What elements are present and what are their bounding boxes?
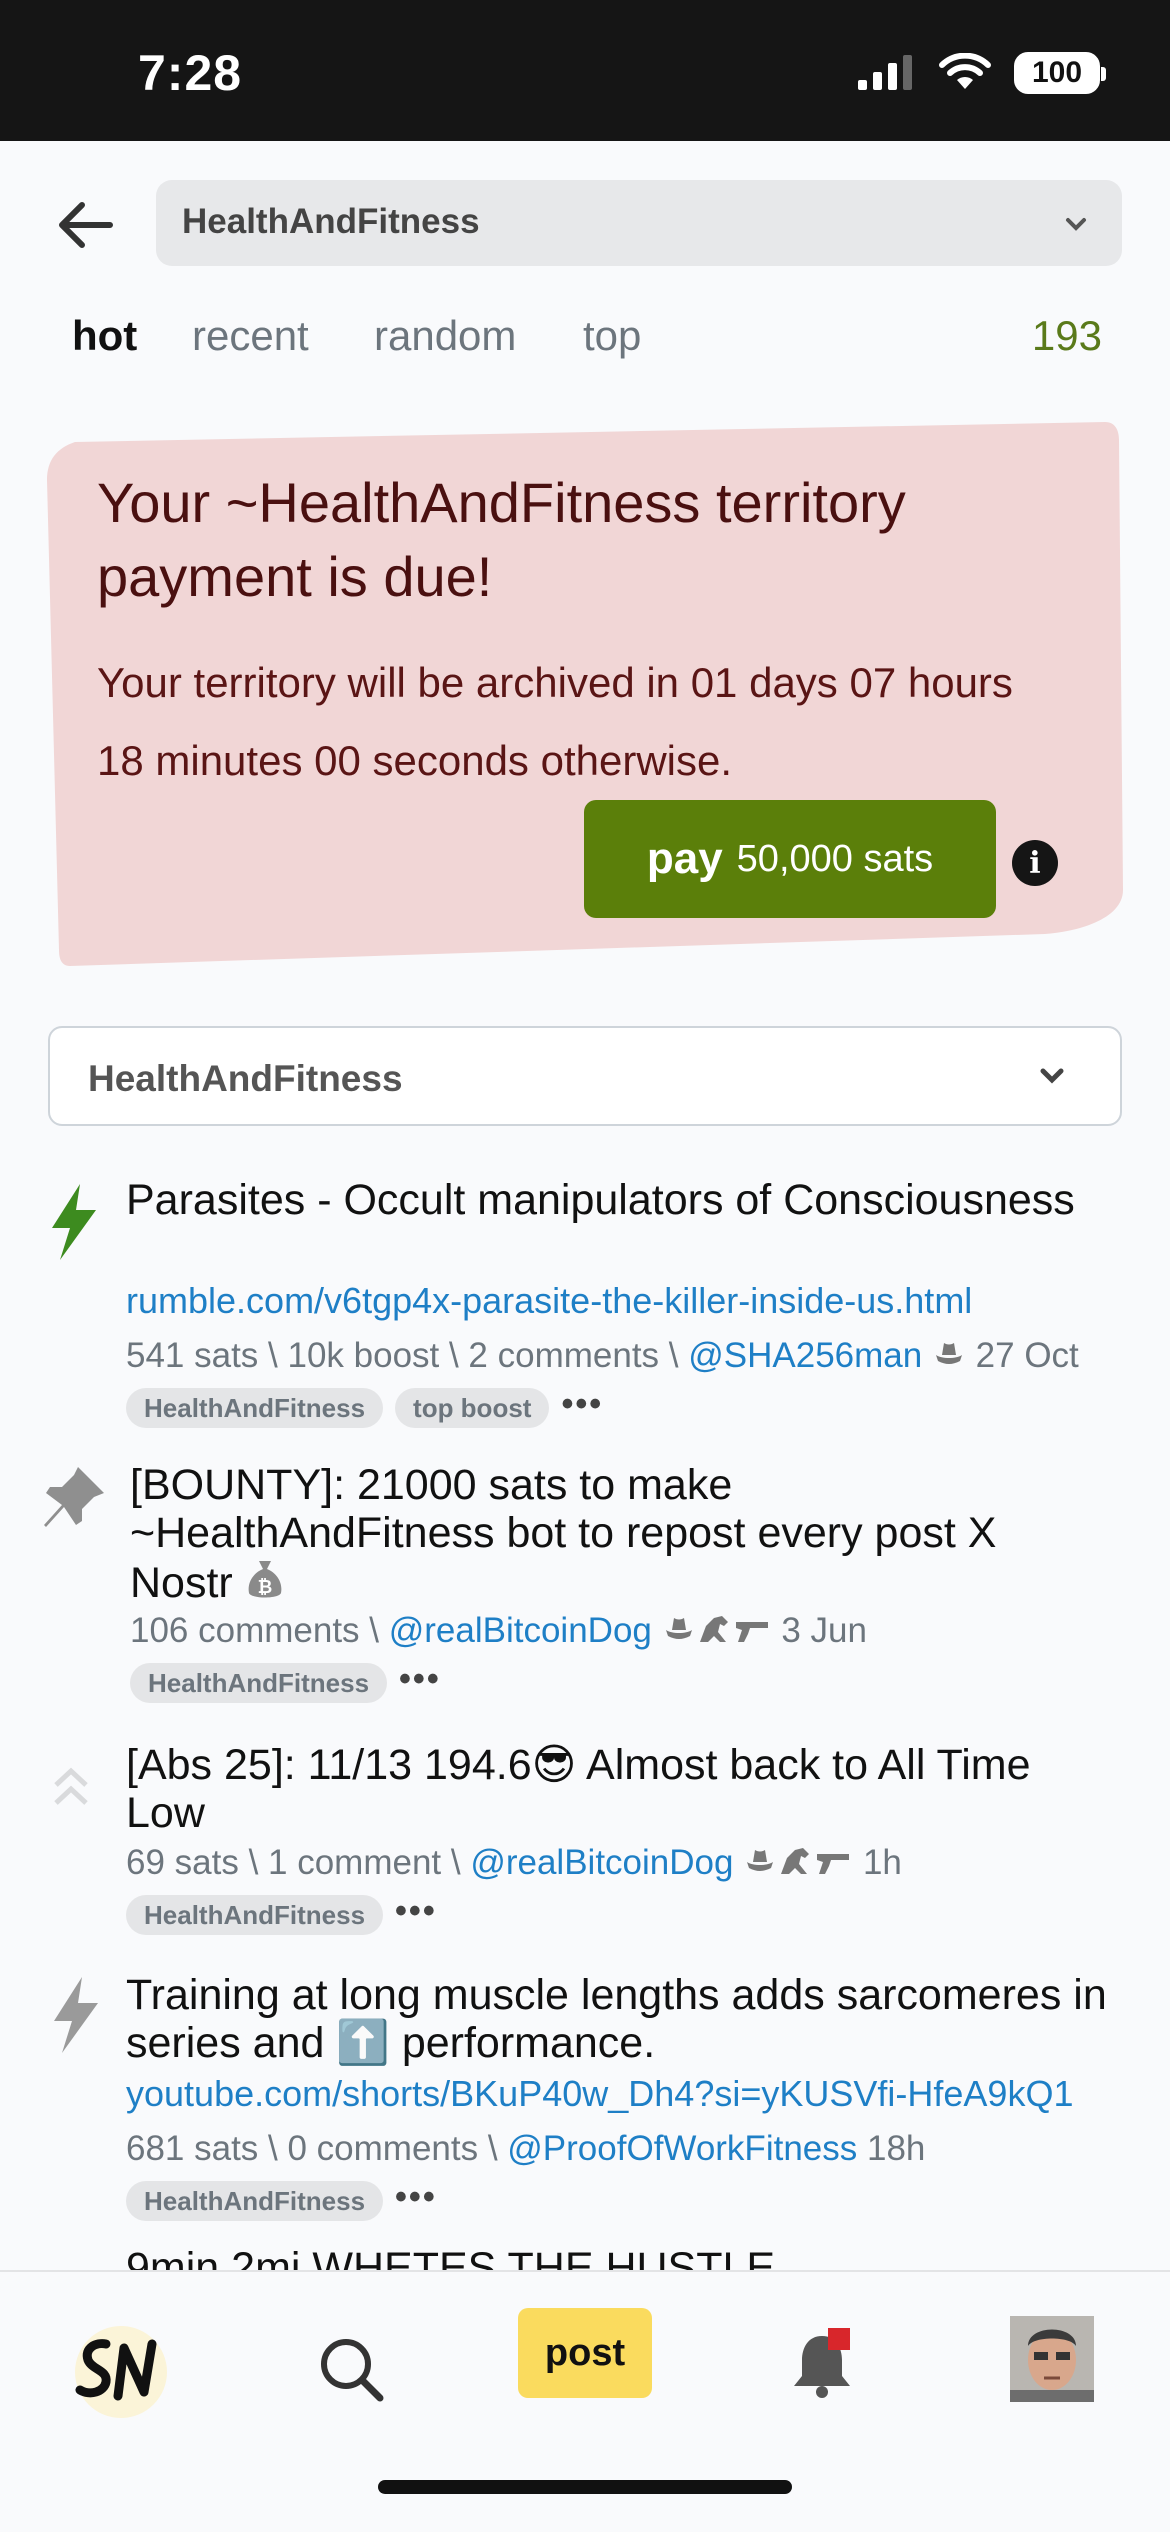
item-user[interactable]: @ProofOfWorkFitness xyxy=(507,2129,857,2168)
pin-icon xyxy=(44,1467,104,1527)
upvote-arrows-icon[interactable] xyxy=(52,1767,90,1809)
tab-recent[interactable]: recent xyxy=(192,312,309,360)
chevron-down-icon xyxy=(1066,218,1086,231)
home-indicator[interactable] xyxy=(378,2480,792,2494)
wifi-icon xyxy=(939,53,991,89)
item-meta: 541 sats \ 10k boost \ 2 comments \ @SHA… xyxy=(126,1332,1126,1434)
status-icons: 100 xyxy=(856,52,1106,94)
more-menu-icon[interactable]: ••• xyxy=(395,1887,437,1935)
sort-tabs: hot recent random top 193 xyxy=(72,312,1102,372)
item-time: 3 Jun xyxy=(781,1611,867,1650)
more-menu-icon[interactable]: ••• xyxy=(395,2173,437,2221)
item-link[interactable]: rumble.com/v6tgp4x-parasite-the-killer-i… xyxy=(126,1280,1126,1322)
gun-icon xyxy=(735,1622,768,1642)
battery-indicator: 100 xyxy=(1014,52,1106,94)
horse-icon xyxy=(699,1616,728,1642)
territory-badge[interactable]: HealthAndFitness xyxy=(130,1663,388,1703)
item-stats: 541 sats \ 10k boost \ 2 comments \ xyxy=(126,1336,689,1375)
item-title[interactable]: [BOUNTY]: 21000 sats to make ~HealthAndF… xyxy=(130,1461,1090,1607)
cowboy-hat-icon xyxy=(747,1850,774,1871)
more-menu-icon[interactable]: ••• xyxy=(399,1655,441,1703)
item-meta: 106 comments \ @realBitcoinDog 3 Jun Hea… xyxy=(130,1607,1130,1709)
filter-select-value: HealthAndFitness xyxy=(88,1058,403,1099)
back-arrow-icon[interactable] xyxy=(56,200,114,250)
item-title[interactable]: Parasites - Occult manipulators of Consc… xyxy=(126,1176,1126,1224)
svg-text:₿: ₿ xyxy=(257,1577,272,1598)
status-bar: 7:28 100 xyxy=(0,0,1170,141)
territory-count: 193 xyxy=(1031,312,1102,359)
cowboy-hat-icon xyxy=(935,1343,962,1364)
user-badges xyxy=(743,1843,863,1882)
item-time: 18h xyxy=(857,2129,926,2168)
item-title[interactable]: [Abs 25]: 11/13 194.6😎 Almost back to Al… xyxy=(126,1741,1106,1837)
more-menu-icon[interactable]: ••• xyxy=(561,1380,603,1428)
territory-badge[interactable]: HealthAndFitness xyxy=(126,1388,384,1428)
lightning-bolt-icon[interactable] xyxy=(48,1975,102,2055)
territory-badge[interactable]: HealthAndFitness xyxy=(126,1895,384,1935)
item-user[interactable]: @realBitcoinDog xyxy=(470,1843,733,1882)
item-user[interactable]: @realBitcoinDog xyxy=(389,1611,652,1650)
tab-hot[interactable]: hot xyxy=(72,312,137,360)
horse-icon xyxy=(781,1848,810,1874)
pay-amount: 50,000 sats xyxy=(736,837,934,880)
territory-select[interactable]: HealthAndFitness xyxy=(156,180,1122,266)
item-meta: 69 sats \ 1 comment \ @realBitcoinDog 1h… xyxy=(126,1839,1126,1941)
item-stats: 106 comments \ xyxy=(130,1611,389,1650)
pay-button[interactable]: pay 50,000 sats xyxy=(584,800,996,918)
item-stats: 681 sats \ 0 comments \ xyxy=(126,2129,508,2168)
tab-random[interactable]: random xyxy=(374,312,516,360)
chevron-down-icon xyxy=(1040,1068,1064,1084)
gun-icon xyxy=(817,1854,850,1874)
info-icon[interactable]: i xyxy=(1012,840,1058,886)
top-boost-badge: top boost xyxy=(395,1388,550,1428)
territory-select-value: HealthAndFitness xyxy=(182,202,480,241)
alert-title: Your ~HealthAndFitness territory payment… xyxy=(97,471,906,608)
item-user[interactable]: @SHA256man xyxy=(688,1336,922,1375)
item-title[interactable]: Training at long muscle lengths adds sar… xyxy=(126,1971,1126,2067)
territory-filter-select[interactable]: HealthAndFitness xyxy=(48,1026,1122,1126)
stacker-news-logo-icon[interactable] xyxy=(66,2322,176,2422)
item-link[interactable]: youtube.com/shorts/BKuP40w_Dh4?si=yKUSVf… xyxy=(126,2073,1096,2115)
item-time: 1h xyxy=(862,1843,902,1882)
territory-badge[interactable]: HealthAndFitness xyxy=(126,2181,384,2221)
status-time: 7:28 xyxy=(138,45,243,101)
pay-label: pay xyxy=(646,834,723,883)
cowboy-hat-icon xyxy=(665,1618,692,1639)
tab-top[interactable]: top xyxy=(583,312,641,360)
lightning-bolt-icon[interactable] xyxy=(46,1182,100,1262)
avatar[interactable] xyxy=(1010,2316,1094,2402)
money-bag-icon: ₿ xyxy=(248,1561,282,1598)
search-icon[interactable] xyxy=(318,2336,384,2402)
item-meta: 681 sats \ 0 comments \ @ProofOfWorkFitn… xyxy=(126,2125,1126,2227)
signal-icon xyxy=(858,55,912,90)
notification-bell-icon[interactable] xyxy=(790,2328,854,2400)
item-stats: 69 sats \ 1 comment \ xyxy=(126,1843,471,1882)
user-badges xyxy=(662,1611,782,1650)
post-button[interactable]: post xyxy=(518,2308,652,2398)
item-time: 27 Oct xyxy=(965,1336,1079,1375)
alert-text: Your territory will be archived in 01 da… xyxy=(97,659,1013,784)
